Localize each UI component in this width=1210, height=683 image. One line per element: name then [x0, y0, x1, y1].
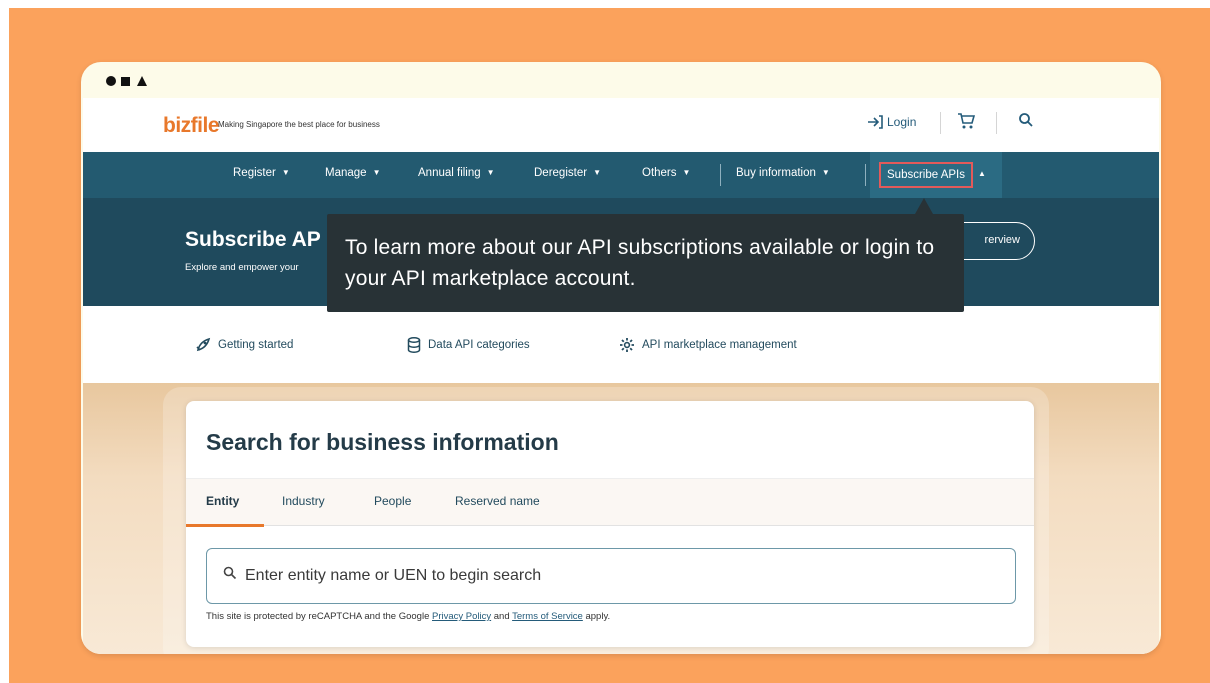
caret-down-icon: ▼	[593, 168, 601, 177]
login-arrow-icon	[868, 115, 883, 129]
nav-label: Annual filing	[418, 167, 481, 179]
nav-item-register[interactable]: Register ▼	[233, 167, 290, 179]
rocket-icon	[196, 337, 211, 352]
triangle-control-icon[interactable]	[137, 76, 147, 86]
nav-label: Buy information	[736, 167, 816, 179]
nav-label: Manage	[325, 167, 367, 179]
caret-up-icon: ▲	[978, 169, 986, 178]
walkthrough-tooltip: To learn more about our API subscription…	[327, 214, 964, 312]
nav-item-annual-filing[interactable]: Annual filing ▼	[418, 167, 495, 179]
browser-window: bizfile Making Singapore the best place …	[81, 62, 1161, 654]
nav-divider	[720, 164, 721, 186]
caret-down-icon: ▼	[372, 168, 381, 177]
banner-subtitle: Explore and empower your	[185, 262, 299, 273]
bizfile-logo[interactable]: bizfile	[163, 114, 220, 138]
database-icon	[407, 337, 421, 353]
tab-entity[interactable]: Entity	[206, 494, 239, 508]
privacy-policy-link[interactable]: Privacy Policy	[432, 611, 491, 622]
nav-label: Deregister	[534, 167, 588, 179]
caret-down-icon: ▼	[281, 168, 290, 177]
captcha-prefix: This site is protected by reCAPTCHA and …	[206, 611, 430, 622]
subnav-label: API marketplace management	[642, 339, 797, 351]
site-tagline: Making Singapore the best place for busi…	[218, 120, 380, 129]
website: bizfile Making Singapore the best place …	[83, 98, 1159, 654]
window-titlebar	[81, 62, 1161, 98]
gear-icon	[620, 338, 634, 352]
main-nav: Register ▼ Manage ▼ Annual filing ▼ Deregis…	[83, 152, 1159, 198]
search-card: Search for business information Entity I…	[186, 401, 1034, 647]
site-header: bizfile Making Singapore the best place …	[83, 98, 1159, 152]
header-divider	[996, 112, 997, 134]
cart-icon	[958, 113, 976, 129]
nav-label: Others	[642, 167, 677, 179]
slide-background: bizfile Making Singapore the best place …	[9, 8, 1210, 683]
sub-navigation: Getting started Data API categories API …	[83, 306, 1159, 383]
subnav-api-marketplace-management[interactable]: API marketplace management	[619, 337, 797, 353]
caret-down-icon: ▼	[682, 168, 691, 177]
nav-divider	[865, 164, 866, 186]
caret-down-icon: ▼	[821, 168, 830, 177]
captcha-and: and	[493, 611, 510, 622]
search-tabs: Entity Industry People Reserved name	[186, 478, 1034, 527]
tooltip-arrow	[915, 198, 933, 214]
search-icon	[1019, 113, 1033, 127]
circle-control-icon[interactable]	[106, 76, 116, 86]
cart-button[interactable]	[957, 112, 976, 135]
tab-industry[interactable]: Industry	[282, 494, 325, 508]
subnav-label: Getting started	[218, 339, 294, 351]
login-link[interactable]: Login	[867, 115, 916, 129]
recaptcha-notice: This site is protected by reCAPTCHA and …	[206, 611, 610, 622]
tab-people[interactable]: People	[374, 494, 411, 508]
banner-title: Subscribe AP	[185, 228, 321, 251]
header-divider	[940, 112, 941, 134]
terms-of-service-link[interactable]: Terms of Service	[512, 611, 583, 622]
nav-item-deregister[interactable]: Deregister ▼	[534, 167, 601, 179]
nav-item-subscribe-apis[interactable]: Subscribe APIs	[879, 162, 973, 188]
subnav-label: Data API categories	[428, 339, 530, 351]
tab-reserved-name[interactable]: Reserved name	[455, 494, 540, 508]
search-card-title: Search for business information	[206, 429, 559, 455]
subnav-data-api-categories[interactable]: Data API categories	[407, 337, 530, 353]
nav-item-manage[interactable]: Manage ▼	[325, 167, 380, 179]
entity-search-input[interactable]	[245, 549, 1005, 602]
header-search-button[interactable]	[1018, 112, 1034, 133]
caret-down-icon: ▼	[486, 168, 495, 177]
active-tab-indicator	[186, 524, 264, 527]
tooltip-text: To learn more about our API subscription…	[345, 236, 935, 290]
captcha-suffix: apply.	[585, 611, 611, 622]
nav-item-others[interactable]: Others ▼	[642, 167, 690, 179]
entity-search-box[interactable]	[206, 548, 1016, 604]
subnav-getting-started[interactable]: Getting started	[195, 337, 293, 353]
search-icon	[223, 566, 237, 580]
nav-label: Register	[233, 167, 276, 179]
square-control-icon[interactable]	[121, 77, 130, 86]
nav-item-buy-information[interactable]: Buy information ▼	[736, 167, 830, 179]
login-label: Login	[887, 115, 917, 129]
